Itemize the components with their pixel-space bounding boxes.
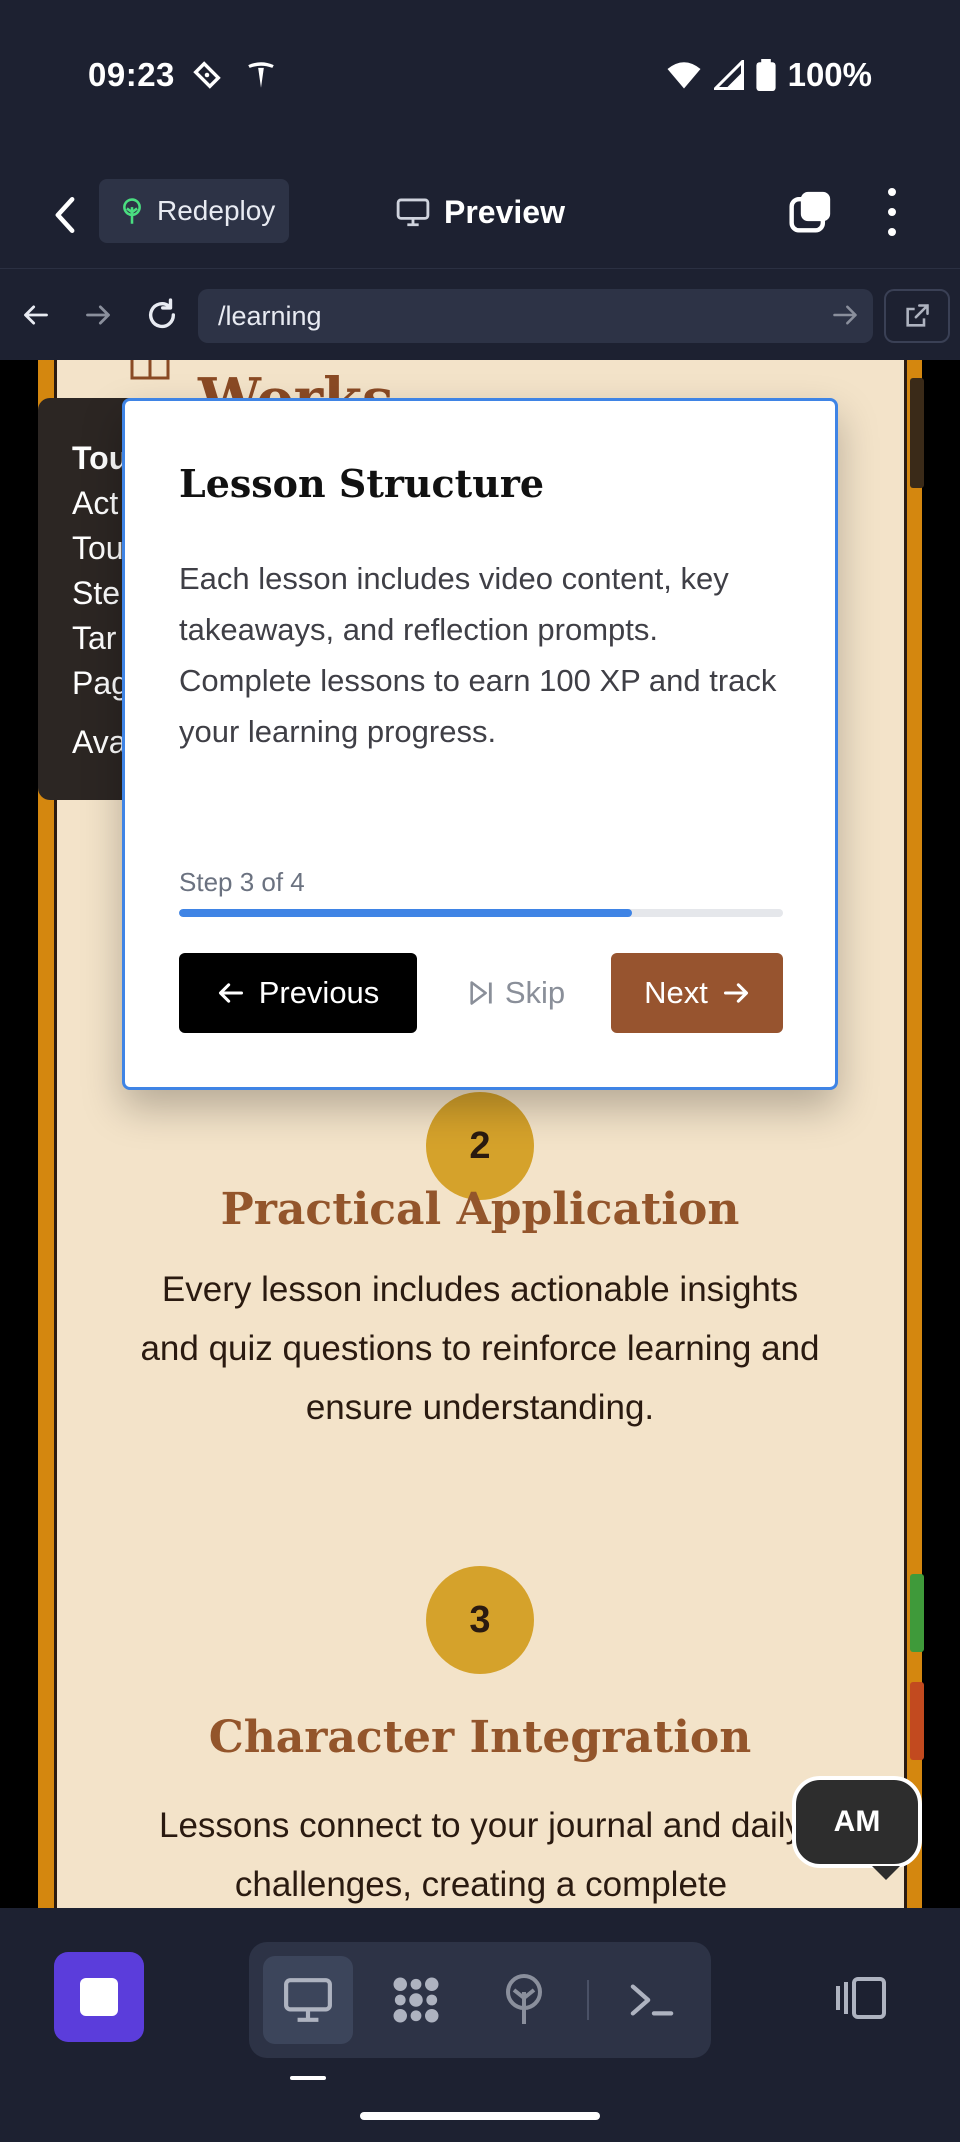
terminal-icon (630, 1984, 674, 2016)
panel-icon (836, 1977, 886, 2019)
toolbar-divider (587, 1980, 589, 2020)
section-body: Every lesson includes actionable insight… (140, 1270, 820, 1427)
side-tab-green[interactable] (910, 1574, 924, 1652)
more-menu-button[interactable] (870, 188, 914, 236)
antenna-icon (506, 1974, 542, 2024)
side-panel-button[interactable] (830, 1968, 890, 2028)
redeploy-label: Redeploy (157, 195, 276, 226)
external-link-icon (906, 304, 929, 327)
browser-forward-button[interactable] (76, 293, 120, 337)
back-button[interactable] (40, 190, 90, 240)
home-indicator[interactable] (360, 2112, 600, 2120)
go-arrow-icon[interactable] (831, 301, 859, 329)
url-input[interactable]: /learning (198, 289, 873, 343)
stop-icon (80, 1978, 118, 2016)
desktop-icon (284, 1978, 332, 2022)
wifi-icon (667, 62, 701, 89)
browser-url-bar: /learning (0, 268, 960, 360)
status-bar: 09:23 100% (0, 0, 960, 160)
status-notification-icons (190, 58, 278, 92)
preview-label: Preview (444, 193, 565, 230)
step-number-badge: 3 (426, 1566, 534, 1674)
view-mode-group (249, 1942, 711, 2058)
section-title: Practical Application (220, 1184, 740, 1235)
reload-icon (148, 298, 176, 329)
next-label: Next (644, 975, 708, 1010)
skip-button[interactable]: Skip (451, 953, 581, 1033)
tour-step-modal: Lesson Structure Each lesson includes vi… (122, 398, 838, 1090)
stop-button[interactable] (54, 1952, 144, 2042)
redeploy-button[interactable]: Redeploy (99, 179, 289, 243)
next-button[interactable]: Next (611, 953, 783, 1033)
active-tab-indicator (290, 2076, 326, 2080)
open-external-button[interactable] (884, 289, 950, 343)
arrow-left-icon (24, 305, 48, 325)
signal-icon (713, 60, 744, 90)
status-right: 100% (666, 56, 872, 94)
tour-progress-fill (179, 909, 632, 917)
step-counter: Step 3 of 4 (179, 867, 305, 897)
tabs-button[interactable] (788, 190, 832, 234)
monitor-icon (396, 198, 430, 227)
arrow-left-icon (218, 983, 243, 1003)
frame-border-right (904, 360, 907, 1908)
apps-button[interactable] (371, 1956, 461, 2044)
skip-label: Skip (504, 975, 566, 1010)
desktop-view-button[interactable] (263, 1956, 353, 2044)
url-text: /learning (218, 300, 322, 331)
app-header: Redeploy Preview (0, 160, 960, 268)
avatar-pointer (872, 1866, 900, 1880)
arrow-right-icon (723, 983, 748, 1003)
sprout-icon (123, 198, 141, 224)
status-time: 09:23 (88, 56, 175, 93)
previous-button[interactable]: Previous (179, 953, 417, 1033)
browser-reload-button[interactable] (140, 293, 184, 337)
modal-title: Lesson Structure (179, 461, 545, 506)
section-body: Lessons connect to your journal and dail… (158, 1806, 803, 1904)
bottom-toolbar (0, 1908, 960, 2142)
back-icon (55, 197, 75, 233)
side-tab[interactable] (910, 378, 924, 488)
kebab-icon (888, 188, 896, 196)
preview-title[interactable]: Preview (396, 182, 565, 242)
section-title: Character Integration (208, 1712, 752, 1763)
tesla-icon (248, 62, 274, 88)
modal-description: Each lesson includes video content, key … (179, 561, 777, 749)
browser-back-button[interactable] (14, 293, 58, 337)
ticket-icon (193, 61, 221, 89)
book-icon (130, 360, 170, 380)
skip-icon (470, 981, 492, 1005)
deploy-button[interactable] (479, 1956, 569, 2044)
dots-grid-icon (393, 1977, 439, 2023)
arrow-right-icon (86, 305, 110, 325)
terminal-button[interactable] (607, 1956, 697, 2044)
user-avatar-button[interactable]: AM (792, 1776, 922, 1868)
battery-percent: 100% (787, 56, 872, 93)
tour-progress-bar (179, 909, 783, 917)
battery-icon (755, 59, 776, 91)
square-stack-icon (789, 191, 831, 233)
previous-label: Previous (258, 975, 380, 1010)
